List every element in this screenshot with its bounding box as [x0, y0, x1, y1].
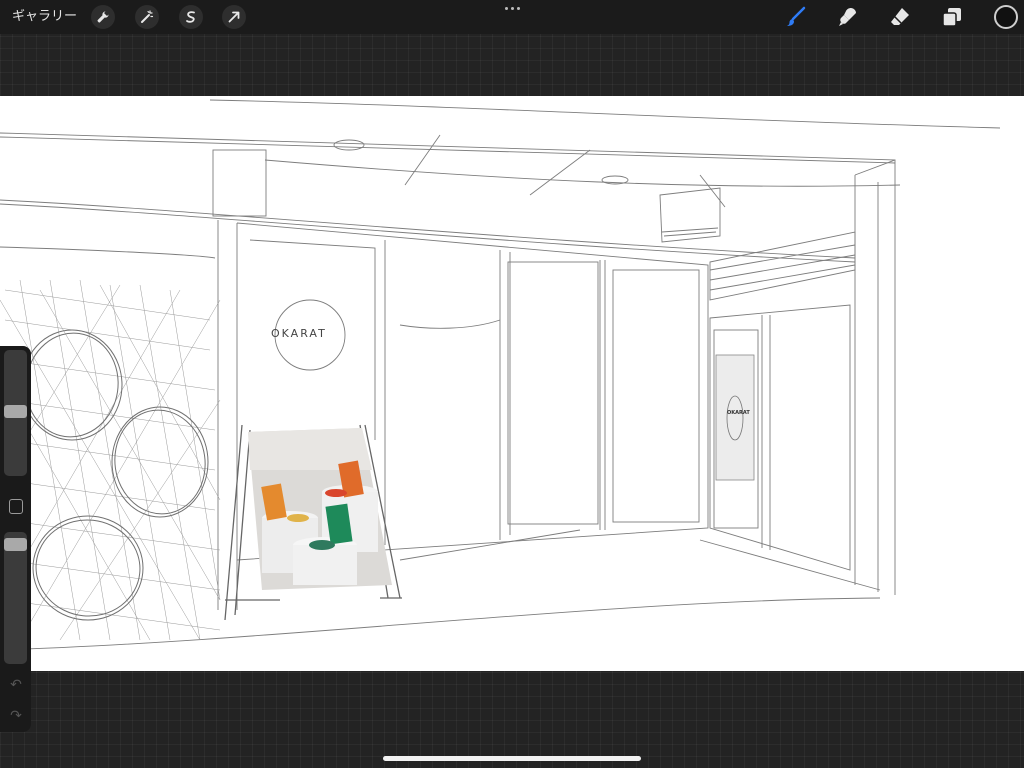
selection-button[interactable]: [179, 5, 203, 29]
smudge-icon: [839, 8, 856, 26]
gallery-button[interactable]: ギャラリー: [12, 7, 77, 27]
redo-icon[interactable]: ↷: [6, 707, 26, 725]
brush-icon: [787, 6, 806, 26]
opacity-thumb[interactable]: [4, 538, 27, 551]
top-toolbar: ギャラリー: [0, 0, 1024, 34]
smudge-tool[interactable]: [836, 5, 860, 29]
layers-icon: [942, 8, 961, 27]
layers-button[interactable]: [940, 5, 964, 29]
actions-button[interactable]: [91, 5, 115, 29]
undo-icon[interactable]: ↶: [6, 676, 26, 694]
brush-size-slider[interactable]: [4, 350, 27, 476]
brush-size-thumb[interactable]: [4, 405, 27, 418]
drawing-canvas[interactable]: OKARAT OKARAT: [0, 96, 1024, 671]
color-picker-button[interactable]: [994, 5, 1018, 29]
selection-icon: [186, 11, 195, 23]
storefront-sketch: [0, 99, 1001, 651]
eraser-tool[interactable]: [888, 5, 912, 29]
home-indicator: [383, 756, 641, 761]
magic-wand-icon: [141, 10, 154, 23]
eraser-icon: [891, 8, 909, 25]
modify-button[interactable]: [9, 499, 23, 514]
adjustments-button[interactable]: [135, 5, 159, 29]
opacity-slider[interactable]: [4, 532, 27, 664]
shop-logo-text: OKARAT: [271, 327, 327, 340]
door-logo-text: OKARAT: [727, 410, 750, 416]
wrench-icon: [97, 11, 109, 23]
brush-tool[interactable]: [784, 5, 808, 29]
transform-button[interactable]: [222, 5, 246, 29]
more-options-icon[interactable]: [500, 2, 524, 14]
brush-sidebar: ↶ ↷: [0, 346, 31, 732]
transform-arrow-icon: [228, 11, 240, 23]
